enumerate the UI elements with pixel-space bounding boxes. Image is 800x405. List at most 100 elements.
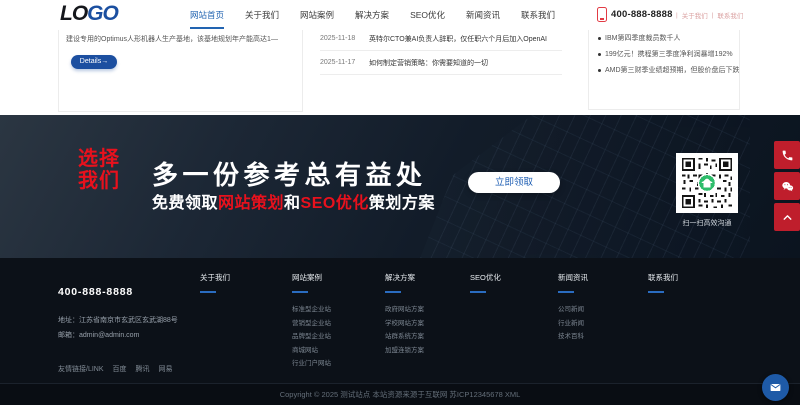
- subtitle-mid: 和: [284, 195, 301, 212]
- tagline-line2: 我们: [78, 170, 120, 192]
- divider: |: [712, 12, 714, 19]
- footer-col-news: 新闻资讯 公司新闻 行业新闻 技术百科: [558, 272, 588, 344]
- news-row[interactable]: 2025-11-17 如何制定营销策略：你需要知道的一切: [320, 51, 562, 75]
- news-list: 2025-11-18 英特尔CTO兼AI负责人辞职，仅任职六个月后加入OpenA…: [320, 27, 562, 75]
- footer-link[interactable]: 商城网站: [292, 344, 331, 358]
- copyright-bar: Copyright © 2025 测试站点 本站资源来源于互联网 苏ICP123…: [0, 383, 800, 405]
- accent-bar: [200, 291, 216, 293]
- subtitle-tail: 策划方案: [369, 195, 435, 212]
- wechat-float-button[interactable]: [774, 172, 800, 200]
- contact-email-button[interactable]: [762, 374, 789, 401]
- logo-text-dark: LO: [60, 2, 87, 25]
- header-quick-links: | 关于我们 | 联系我们: [676, 0, 743, 30]
- hot-news-text: IBM第四季度裁员数千人: [605, 33, 680, 43]
- footer-link[interactable]: 标准型企业站: [292, 303, 331, 317]
- friend-link-tencent[interactable]: 腾讯: [136, 364, 150, 374]
- bullet-dot: [598, 53, 601, 56]
- floating-toolbar: [774, 141, 800, 234]
- nav-item-home[interactable]: 网站首页: [190, 0, 224, 30]
- bullet-dot: [598, 69, 601, 72]
- footer-col-title[interactable]: 新闻资讯: [558, 272, 588, 283]
- nav-item-seo[interactable]: SEO优化: [410, 0, 445, 30]
- footer-address: 地址：江苏省南京市玄武区玄武湖88号: [58, 315, 178, 325]
- footer-col-cases: 网站案例 标准型企业站 营销型企业站 品牌型企业站 商城网站 行业门户网站: [292, 272, 331, 371]
- footer-link[interactable]: 政府网站方案: [385, 303, 424, 317]
- logo-text-blue: GO: [87, 2, 118, 25]
- back-to-top-button[interactable]: [774, 203, 800, 231]
- qr-caption: 扫一扫高效沟通: [676, 218, 738, 228]
- details-button[interactable]: Details→: [71, 55, 117, 69]
- footer-link[interactable]: 行业门户网站: [292, 357, 331, 371]
- wechat-icon: [781, 180, 794, 193]
- promo-banner: 选择 我们 多一份参考总有益处 免费领取网站策划和SEO优化策划方案 立即领取 …: [0, 115, 800, 258]
- subtitle-highlight: SEO优化: [301, 195, 369, 212]
- banner-tagline: 选择 我们: [78, 148, 120, 192]
- nav-item-cases[interactable]: 网站案例: [300, 0, 334, 30]
- footer-col-title[interactable]: 网站案例: [292, 272, 331, 283]
- footer-col-title[interactable]: 联系我们: [648, 272, 678, 283]
- main-nav: 网站首页 关于我们 网站案例 解决方案 SEO优化 新闻资讯 联系我们: [190, 0, 555, 30]
- footer-col-solutions: 解决方案 政府网站方案 学校网站方案 站群系统方案 加盟连锁方案: [385, 272, 424, 357]
- accent-bar: [470, 291, 486, 293]
- subtitle-highlight: 网站策划: [218, 195, 284, 212]
- tagline-line1: 选择: [78, 148, 120, 170]
- hot-news-item[interactable]: AMD第三财季业绩超预期，但股价盘后下跌近5%: [598, 62, 739, 78]
- nav-item-solutions[interactable]: 解决方案: [355, 0, 389, 30]
- banner-title: 多一份参考总有益处: [152, 155, 427, 192]
- news-title: 如何制定营销策略：你需要知道的一切: [369, 58, 488, 68]
- footer-col-title[interactable]: 解决方案: [385, 272, 424, 283]
- mobile-phone-icon: [597, 7, 607, 22]
- phone-number: 400-888-8888: [611, 9, 673, 20]
- divider: |: [676, 12, 678, 19]
- subtitle-lead: 免费领取: [152, 195, 218, 212]
- footer-link[interactable]: 营销型企业站: [292, 317, 331, 331]
- hot-news-box: IBM第四季度裁员数千人 199亿元！携程第三季度净利润暴增192% AMD第三…: [588, 22, 740, 110]
- footer-col-title[interactable]: SEO优化: [470, 272, 501, 283]
- accent-bar: [385, 291, 401, 293]
- footer-link[interactable]: 站群系统方案: [385, 330, 424, 344]
- page: 建设专用的Optimus人形机器人生产基地，该基地规划年产能高达1— Detai…: [0, 0, 800, 405]
- phone-icon: [781, 149, 794, 162]
- nav-item-contact[interactable]: 联系我们: [521, 0, 555, 30]
- hot-news-item[interactable]: IBM第四季度裁员数千人: [598, 30, 739, 46]
- accent-bar: [648, 291, 664, 293]
- footer-link[interactable]: 品牌型企业站: [292, 330, 331, 344]
- footer-col-title[interactable]: 关于我们: [200, 272, 230, 283]
- article-excerpt: 建设专用的Optimus人形机器人生产基地，该基地规划年产能高达1—: [66, 34, 302, 44]
- hot-news-text: 199亿元！携程第三季度净利润暴增192%: [605, 49, 733, 59]
- bullet-dot: [598, 37, 601, 40]
- news-section: 建设专用的Optimus人形机器人生产基地，该基地规划年产能高达1— Detai…: [0, 30, 800, 115]
- chevron-up-icon: [781, 211, 794, 224]
- footer-link[interactable]: 学校网站方案: [385, 317, 424, 331]
- friend-link-baidu[interactable]: 百度: [113, 364, 127, 374]
- phone-float-button[interactable]: [774, 141, 800, 169]
- footer-link[interactable]: 行业新闻: [558, 317, 588, 331]
- nav-item-news[interactable]: 新闻资讯: [466, 0, 500, 30]
- claim-now-button[interactable]: 立即领取: [468, 172, 560, 193]
- friend-link-netease[interactable]: 网易: [159, 364, 173, 374]
- friend-links-label: 友情链接/LINK: [58, 364, 104, 374]
- accent-bar: [292, 291, 308, 293]
- news-row[interactable]: 2025-11-18 英特尔CTO兼AI负责人辞职，仅任职六个月后加入OpenA…: [320, 27, 562, 51]
- qr-code: [676, 153, 738, 213]
- news-date: 2025-11-17: [320, 59, 360, 66]
- news-title: 英特尔CTO兼AI负责人辞职，仅任职六个月后加入OpenAI: [369, 34, 547, 44]
- site-footer: 400-888-8888 地址：江苏省南京市玄武区玄武湖88号 邮箱：admin…: [0, 258, 800, 383]
- qr-block: 扫一扫高效沟通: [676, 153, 738, 228]
- hot-news-text: AMD第三财季业绩超预期，但股价盘后下跌近5%: [605, 65, 739, 75]
- footer-col-about: 关于我们: [200, 272, 230, 293]
- footer-link[interactable]: 公司新闻: [558, 303, 588, 317]
- hot-news-item[interactable]: 199亿元！携程第三季度净利润暴增192%: [598, 46, 739, 62]
- footer-phone: 400-888-8888: [58, 286, 133, 298]
- site-header: LOGO 网站首页 关于我们 网站案例 解决方案 SEO优化 新闻资讯 联系我们…: [0, 0, 800, 30]
- nav-item-about[interactable]: 关于我们: [245, 0, 279, 30]
- site-logo[interactable]: LOGO: [60, 2, 118, 26]
- footer-email: 邮箱：admin@admin.com: [58, 330, 139, 340]
- footer-link[interactable]: 加盟连锁方案: [385, 344, 424, 358]
- quick-link-about[interactable]: 关于我们: [682, 10, 708, 20]
- header-phone: 400-888-8888: [597, 7, 673, 22]
- quick-link-contact[interactable]: 联系我们: [717, 10, 743, 20]
- accent-bar: [558, 291, 574, 293]
- friend-links: 友情链接/LINK 百度 腾讯 网易: [58, 364, 173, 374]
- footer-link[interactable]: 技术百科: [558, 330, 588, 344]
